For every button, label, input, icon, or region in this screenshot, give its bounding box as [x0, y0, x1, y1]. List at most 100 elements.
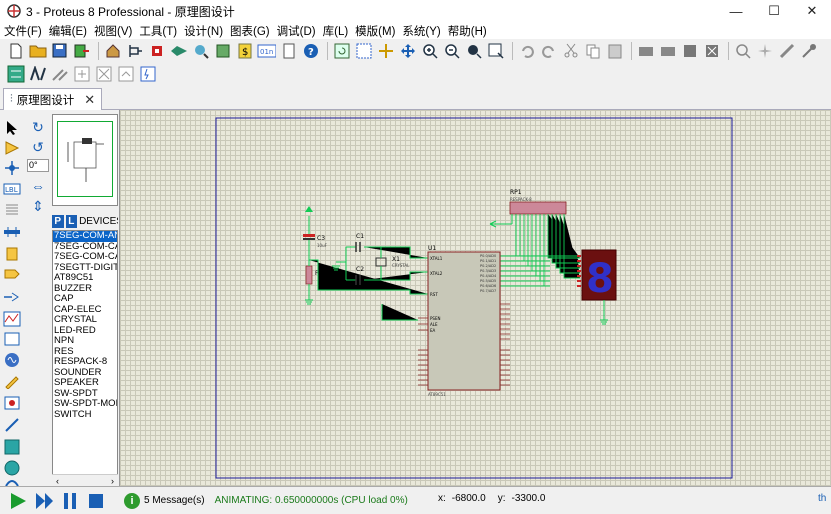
zoom-all-icon[interactable] [464, 41, 483, 60]
block-delete-icon[interactable] [702, 41, 721, 60]
subcircuit-icon[interactable] [2, 244, 22, 263]
list-item[interactable]: SW-SPDT [53, 389, 117, 400]
component-mode-icon[interactable] [2, 138, 22, 157]
message-indicator[interactable]: i 5 Message(s) [124, 492, 205, 509]
overview-window[interactable] [52, 114, 118, 206]
list-item[interactable]: SPEAKER [53, 378, 117, 389]
junction-dot-icon[interactable] [2, 158, 22, 177]
stop-button[interactable] [86, 491, 106, 511]
menu-system[interactable]: 系统(Y) [398, 23, 443, 39]
menu-view[interactable]: 视图(V) [90, 23, 135, 39]
schematic-canvas[interactable]: RP1 RESPACK-8 C3 10uF R1 C1 C2 X1 [119, 110, 831, 486]
menu-template[interactable]: 模版(M) [351, 23, 398, 39]
tab-schematic-capture[interactable]: ⫶ 原理图设计 ✕ [3, 88, 103, 110]
cut-icon[interactable] [561, 41, 580, 60]
document-icon[interactable] [279, 41, 298, 60]
circle-draw-icon[interactable] [2, 458, 22, 477]
list-item[interactable]: CAP [53, 294, 117, 305]
maximize-button[interactable]: ☐ [755, 0, 793, 22]
list-item[interactable]: LED-RED [53, 326, 117, 337]
pcb-icon[interactable] [147, 41, 166, 60]
new-file-icon[interactable] [6, 41, 25, 60]
generator-icon[interactable] [2, 350, 22, 369]
menu-design[interactable]: 设计(N) [180, 23, 226, 39]
voltage-probe-icon[interactable] [2, 371, 22, 390]
device-list-scrollbar[interactable]: ‹ › [52, 474, 118, 486]
virtual-instrument-icon[interactable] [2, 393, 22, 412]
rotate-clockwise-icon[interactable]: ↻ [28, 118, 48, 136]
menu-debug[interactable]: 调试(D) [273, 23, 319, 39]
list-item[interactable]: 7SEG-COM-CA [53, 252, 117, 263]
menu-file[interactable]: 文件(F) [0, 23, 45, 39]
decompose-icon[interactable] [799, 41, 818, 60]
property-tool-icon[interactable] [28, 65, 47, 84]
pick-device-icon[interactable] [733, 41, 752, 60]
home-icon[interactable] [103, 41, 122, 60]
list-item[interactable]: RESPACK-8 [53, 357, 117, 368]
pick-devices-button[interactable]: P [52, 214, 64, 228]
list-item[interactable]: CRYSTAL [53, 315, 117, 326]
gerber-icon[interactable] [191, 41, 210, 60]
list-item[interactable]: 7SEGTT-DIGIT [53, 263, 117, 274]
buses-icon[interactable] [2, 222, 22, 241]
list-item[interactable]: BUZZER [53, 284, 117, 295]
list-item[interactable]: CAP-ELEC [53, 305, 117, 316]
minimize-button[interactable]: — [717, 0, 755, 22]
rotation-angle-field[interactable]: 0° [27, 159, 49, 172]
list-item[interactable]: NPN [53, 336, 117, 347]
bill-of-materials-icon[interactable]: $ [235, 41, 254, 60]
3d-viewer-icon[interactable] [169, 41, 188, 60]
schematic-icon[interactable] [125, 41, 144, 60]
scroll-right-icon[interactable]: › [111, 476, 114, 486]
mirror-vertical-icon[interactable]: ⇕ [28, 197, 48, 215]
save-icon[interactable] [50, 41, 69, 60]
design-explorer-icon[interactable] [213, 41, 232, 60]
zoom-out-icon[interactable] [442, 41, 461, 60]
tab-close-button[interactable]: ✕ [84, 92, 95, 108]
selection-mode-icon[interactable] [2, 118, 22, 137]
text-script-icon[interactable] [2, 200, 22, 219]
new-sheet-icon[interactable] [72, 65, 91, 84]
redo-icon[interactable] [539, 41, 558, 60]
box-draw-icon[interactable] [2, 437, 22, 456]
list-item[interactable]: 7SEG-COM-AN [53, 231, 117, 242]
rotate-anticlockwise-icon[interactable]: ↺ [28, 138, 48, 156]
help-icon[interactable]: ? [301, 41, 320, 60]
terminals-icon[interactable] [2, 264, 22, 283]
close-button[interactable]: ✕ [793, 0, 831, 22]
source-code-icon[interactable]: 01n [257, 41, 276, 60]
wire-label-icon[interactable]: LBL [2, 179, 22, 198]
remove-sheet-icon[interactable] [94, 65, 113, 84]
line-draw-icon[interactable] [2, 415, 22, 434]
list-item[interactable]: SWITCH [53, 410, 117, 421]
grid-toggle-icon[interactable] [354, 41, 373, 60]
menu-tools[interactable]: 工具(T) [135, 23, 180, 39]
block-copy-icon[interactable] [636, 41, 655, 60]
menu-graph[interactable]: 图表(G) [226, 23, 273, 39]
arc-draw-icon[interactable] [2, 476, 22, 486]
tape-recorder-icon[interactable] [2, 329, 22, 348]
pause-button[interactable] [60, 491, 80, 511]
zoom-area-icon[interactable] [486, 41, 505, 60]
list-item[interactable]: SOUNDER [53, 368, 117, 379]
menu-library[interactable]: 库(L) [319, 23, 352, 39]
list-item[interactable]: AT89C51 [53, 273, 117, 284]
make-device-icon[interactable] [755, 41, 774, 60]
device-pins-icon[interactable] [2, 287, 22, 306]
wire-autorouter-icon[interactable] [50, 65, 69, 84]
menu-edit[interactable]: 编辑(E) [45, 23, 90, 39]
block-move-icon[interactable] [658, 41, 677, 60]
pan-icon[interactable] [398, 41, 417, 60]
refresh-icon[interactable] [332, 41, 351, 60]
netlist-icon[interactable] [6, 65, 25, 84]
origin-icon[interactable] [376, 41, 395, 60]
play-button[interactable] [8, 491, 28, 511]
script-icon[interactable] [138, 65, 157, 84]
list-item[interactable]: 7SEG-COM-CA [53, 242, 117, 253]
scroll-left-icon[interactable]: ‹ [56, 476, 59, 486]
copy-icon[interactable] [583, 41, 602, 60]
open-folder-icon[interactable] [28, 41, 47, 60]
block-rotate-icon[interactable] [680, 41, 699, 60]
library-manager-button[interactable]: L [65, 214, 78, 228]
step-button[interactable] [34, 491, 54, 511]
